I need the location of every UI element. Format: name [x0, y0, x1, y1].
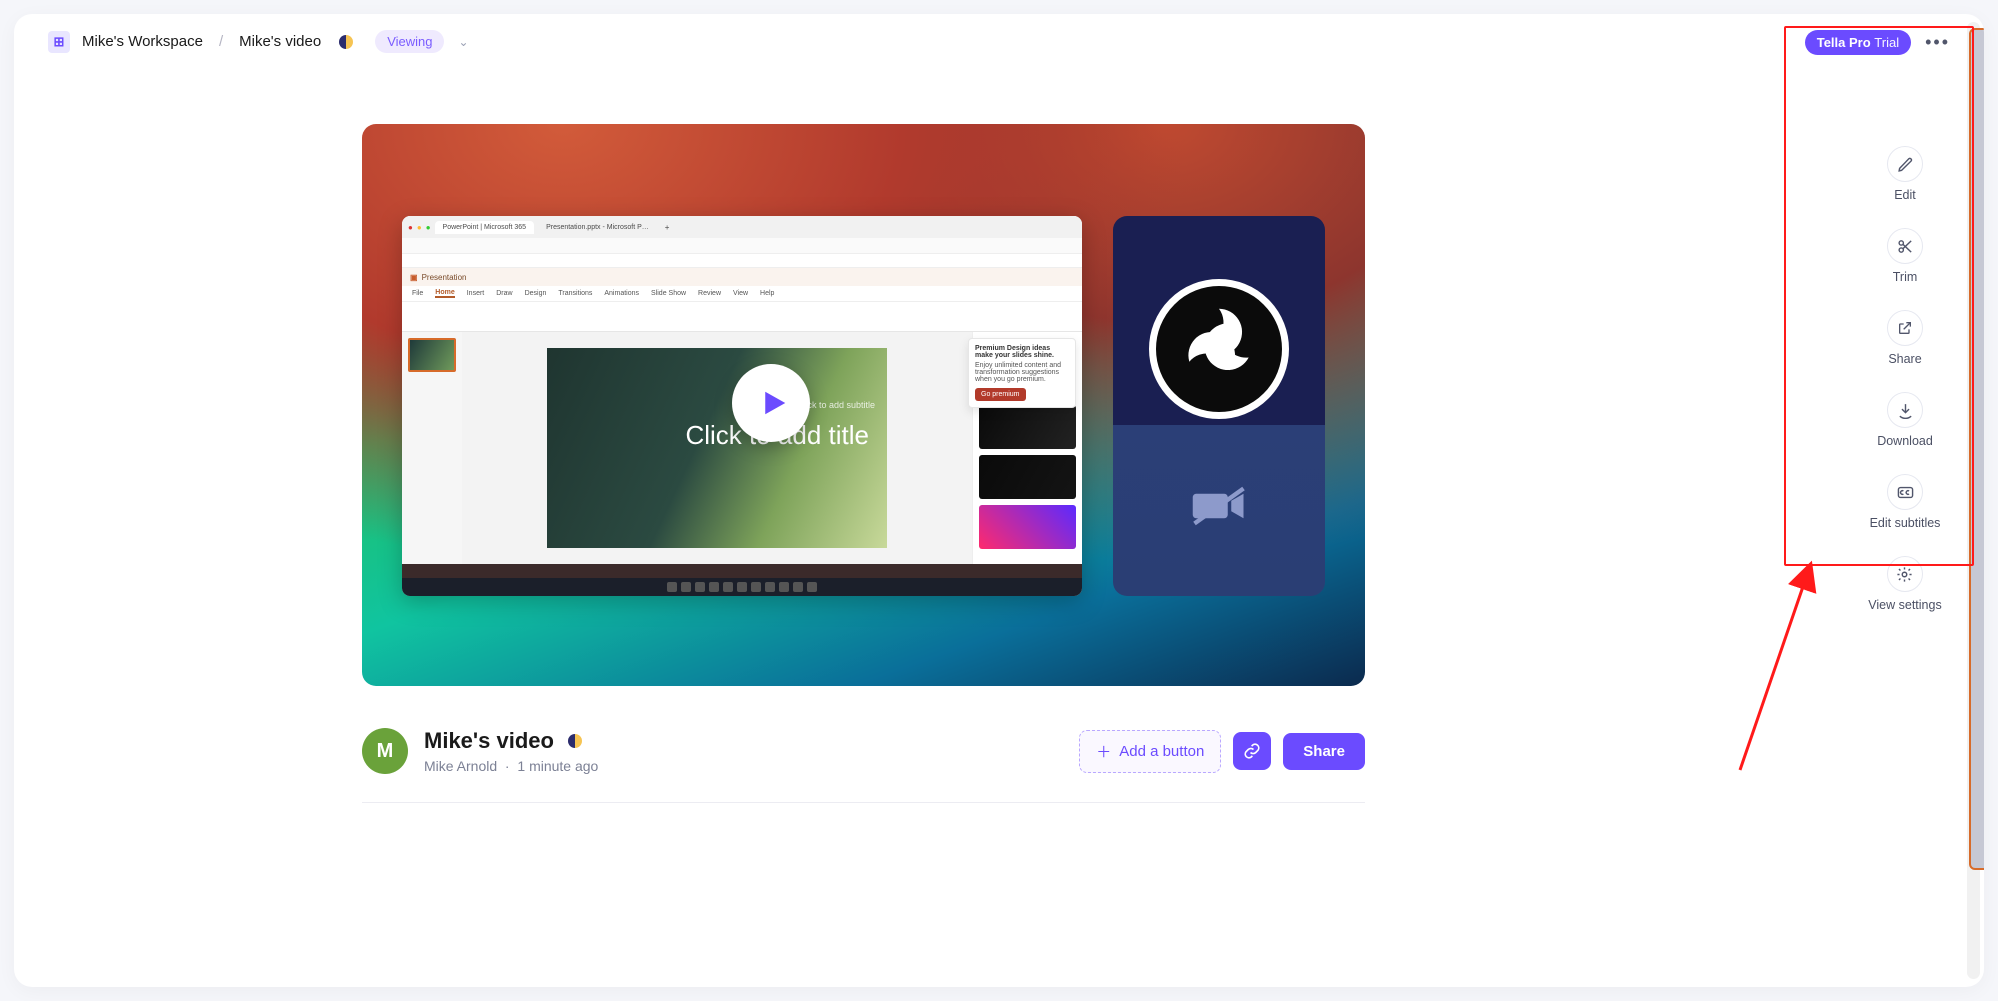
slide-thumbnail-rail	[402, 332, 462, 564]
design-idea	[979, 455, 1076, 499]
copy-link-button[interactable]	[1233, 732, 1271, 770]
scrollbar-thumb[interactable]	[1969, 28, 1984, 870]
powerpoint-status-bar	[402, 564, 1082, 578]
premium-popup: Premium Design ideas make your slides sh…	[968, 338, 1076, 408]
badge-trial: Trial	[1874, 35, 1899, 50]
scissors-icon	[1897, 238, 1914, 255]
browser-tabs: ●●● PowerPoint | Microsoft 365 Presentat…	[402, 216, 1082, 238]
slide-title-placeholder: Click to add title	[595, 420, 869, 451]
gear-icon	[1896, 566, 1913, 583]
camera-off-icon	[1191, 484, 1247, 528]
sidebar-item-share[interactable]: Share	[1887, 310, 1923, 366]
slide-canvas: Click to add subtitle Click to add title	[462, 332, 972, 564]
add-button-label: Add a button	[1119, 743, 1204, 760]
browser-address-bar	[402, 238, 1082, 254]
video-author[interactable]: Mike Arnold	[424, 758, 497, 774]
sidebar-item-subtitles[interactable]: Edit subtitles	[1870, 474, 1941, 530]
breadcrumb-video[interactable]: Mike's video	[239, 33, 321, 50]
design-idea	[979, 405, 1076, 449]
sidebar-item-view-settings[interactable]: View settings	[1868, 556, 1941, 612]
sidebar-item-label: Trim	[1893, 270, 1918, 284]
video-meta-row: M Mike's video Mike Arnold · 1 minute ag…	[362, 702, 1365, 774]
video-status-dot	[568, 734, 582, 748]
divider	[362, 802, 1365, 803]
play-icon	[759, 388, 789, 418]
mode-pill[interactable]: Viewing	[375, 30, 444, 53]
chevron-down-icon[interactable]: ⌄	[458, 35, 468, 49]
video-status-dot	[339, 35, 353, 49]
pencil-icon	[1897, 156, 1914, 173]
share-button[interactable]: Share	[1283, 733, 1365, 770]
browser-tab-active: PowerPoint | Microsoft 365	[435, 221, 535, 234]
video-title[interactable]: Mike's video	[424, 728, 554, 754]
pro-trial-badge[interactable]: Tella Pro Trial	[1805, 30, 1911, 55]
video-timestamp: 1 minute ago	[517, 758, 598, 774]
popup-heading: Premium Design ideas make your slides sh…	[975, 345, 1054, 359]
go-premium-button: Go premium	[975, 388, 1026, 401]
sidebar-item-label: Share	[1888, 352, 1921, 366]
ribbon-toolbar	[402, 302, 1082, 332]
browser-bookmarks-bar	[402, 254, 1082, 268]
video-player[interactable]: ●●● PowerPoint | Microsoft 365 Presentat…	[362, 124, 1365, 686]
add-a-button[interactable]: ＋ Add a button	[1079, 730, 1221, 773]
scrollbar[interactable]	[1967, 22, 1980, 979]
design-idea	[979, 505, 1076, 549]
sidebar-item-label: Edit subtitles	[1870, 516, 1941, 530]
badge-app: Tella Pro	[1817, 35, 1871, 50]
popup-body: Enjoy unlimited content and transformati…	[975, 362, 1069, 383]
more-menu-button[interactable]: •••	[1925, 32, 1950, 53]
link-icon	[1243, 742, 1261, 760]
breadcrumb-separator: /	[215, 33, 227, 50]
windows-taskbar	[402, 578, 1082, 596]
browser-tab-inactive: Presentation.pptx - Microsoft P…	[538, 221, 657, 234]
topbar: ⊞ Mike's Workspace / Mike's video Viewin…	[14, 14, 1984, 69]
right-sidebar: Edit Trim Share Download Edit subtitles …	[1850, 146, 1960, 612]
slide-thumbnail	[408, 338, 456, 372]
sidebar-item-trim[interactable]: Trim	[1887, 228, 1923, 284]
workspace-icon[interactable]: ⊞	[48, 31, 70, 53]
cc-icon	[1897, 486, 1914, 499]
breadcrumb-workspace[interactable]: Mike's Workspace	[82, 33, 203, 50]
camera-panel	[1113, 216, 1325, 596]
sidebar-item-edit[interactable]: Edit	[1887, 146, 1923, 202]
sidebar-item-label: Edit	[1894, 188, 1916, 202]
sidebar-item-download[interactable]: Download	[1877, 392, 1933, 448]
play-button[interactable]	[732, 364, 810, 442]
plus-icon: ＋	[1096, 741, 1111, 762]
sidebar-item-label: View settings	[1868, 598, 1941, 612]
sidebar-item-label: Download	[1877, 434, 1933, 448]
avatar[interactable]: M	[362, 728, 408, 774]
download-icon	[1897, 402, 1914, 419]
designer-pane: Designer Premium Design ideas make your …	[972, 332, 1082, 564]
share-icon	[1897, 320, 1913, 336]
powerpoint-titlebar: ▣ Presentation	[402, 268, 1082, 286]
ribbon-tabs: File Home Insert Draw Design Transitions…	[402, 286, 1082, 302]
obs-logo-icon	[1149, 279, 1289, 419]
topbar-right: Tella Pro Trial •••	[1805, 30, 1950, 55]
